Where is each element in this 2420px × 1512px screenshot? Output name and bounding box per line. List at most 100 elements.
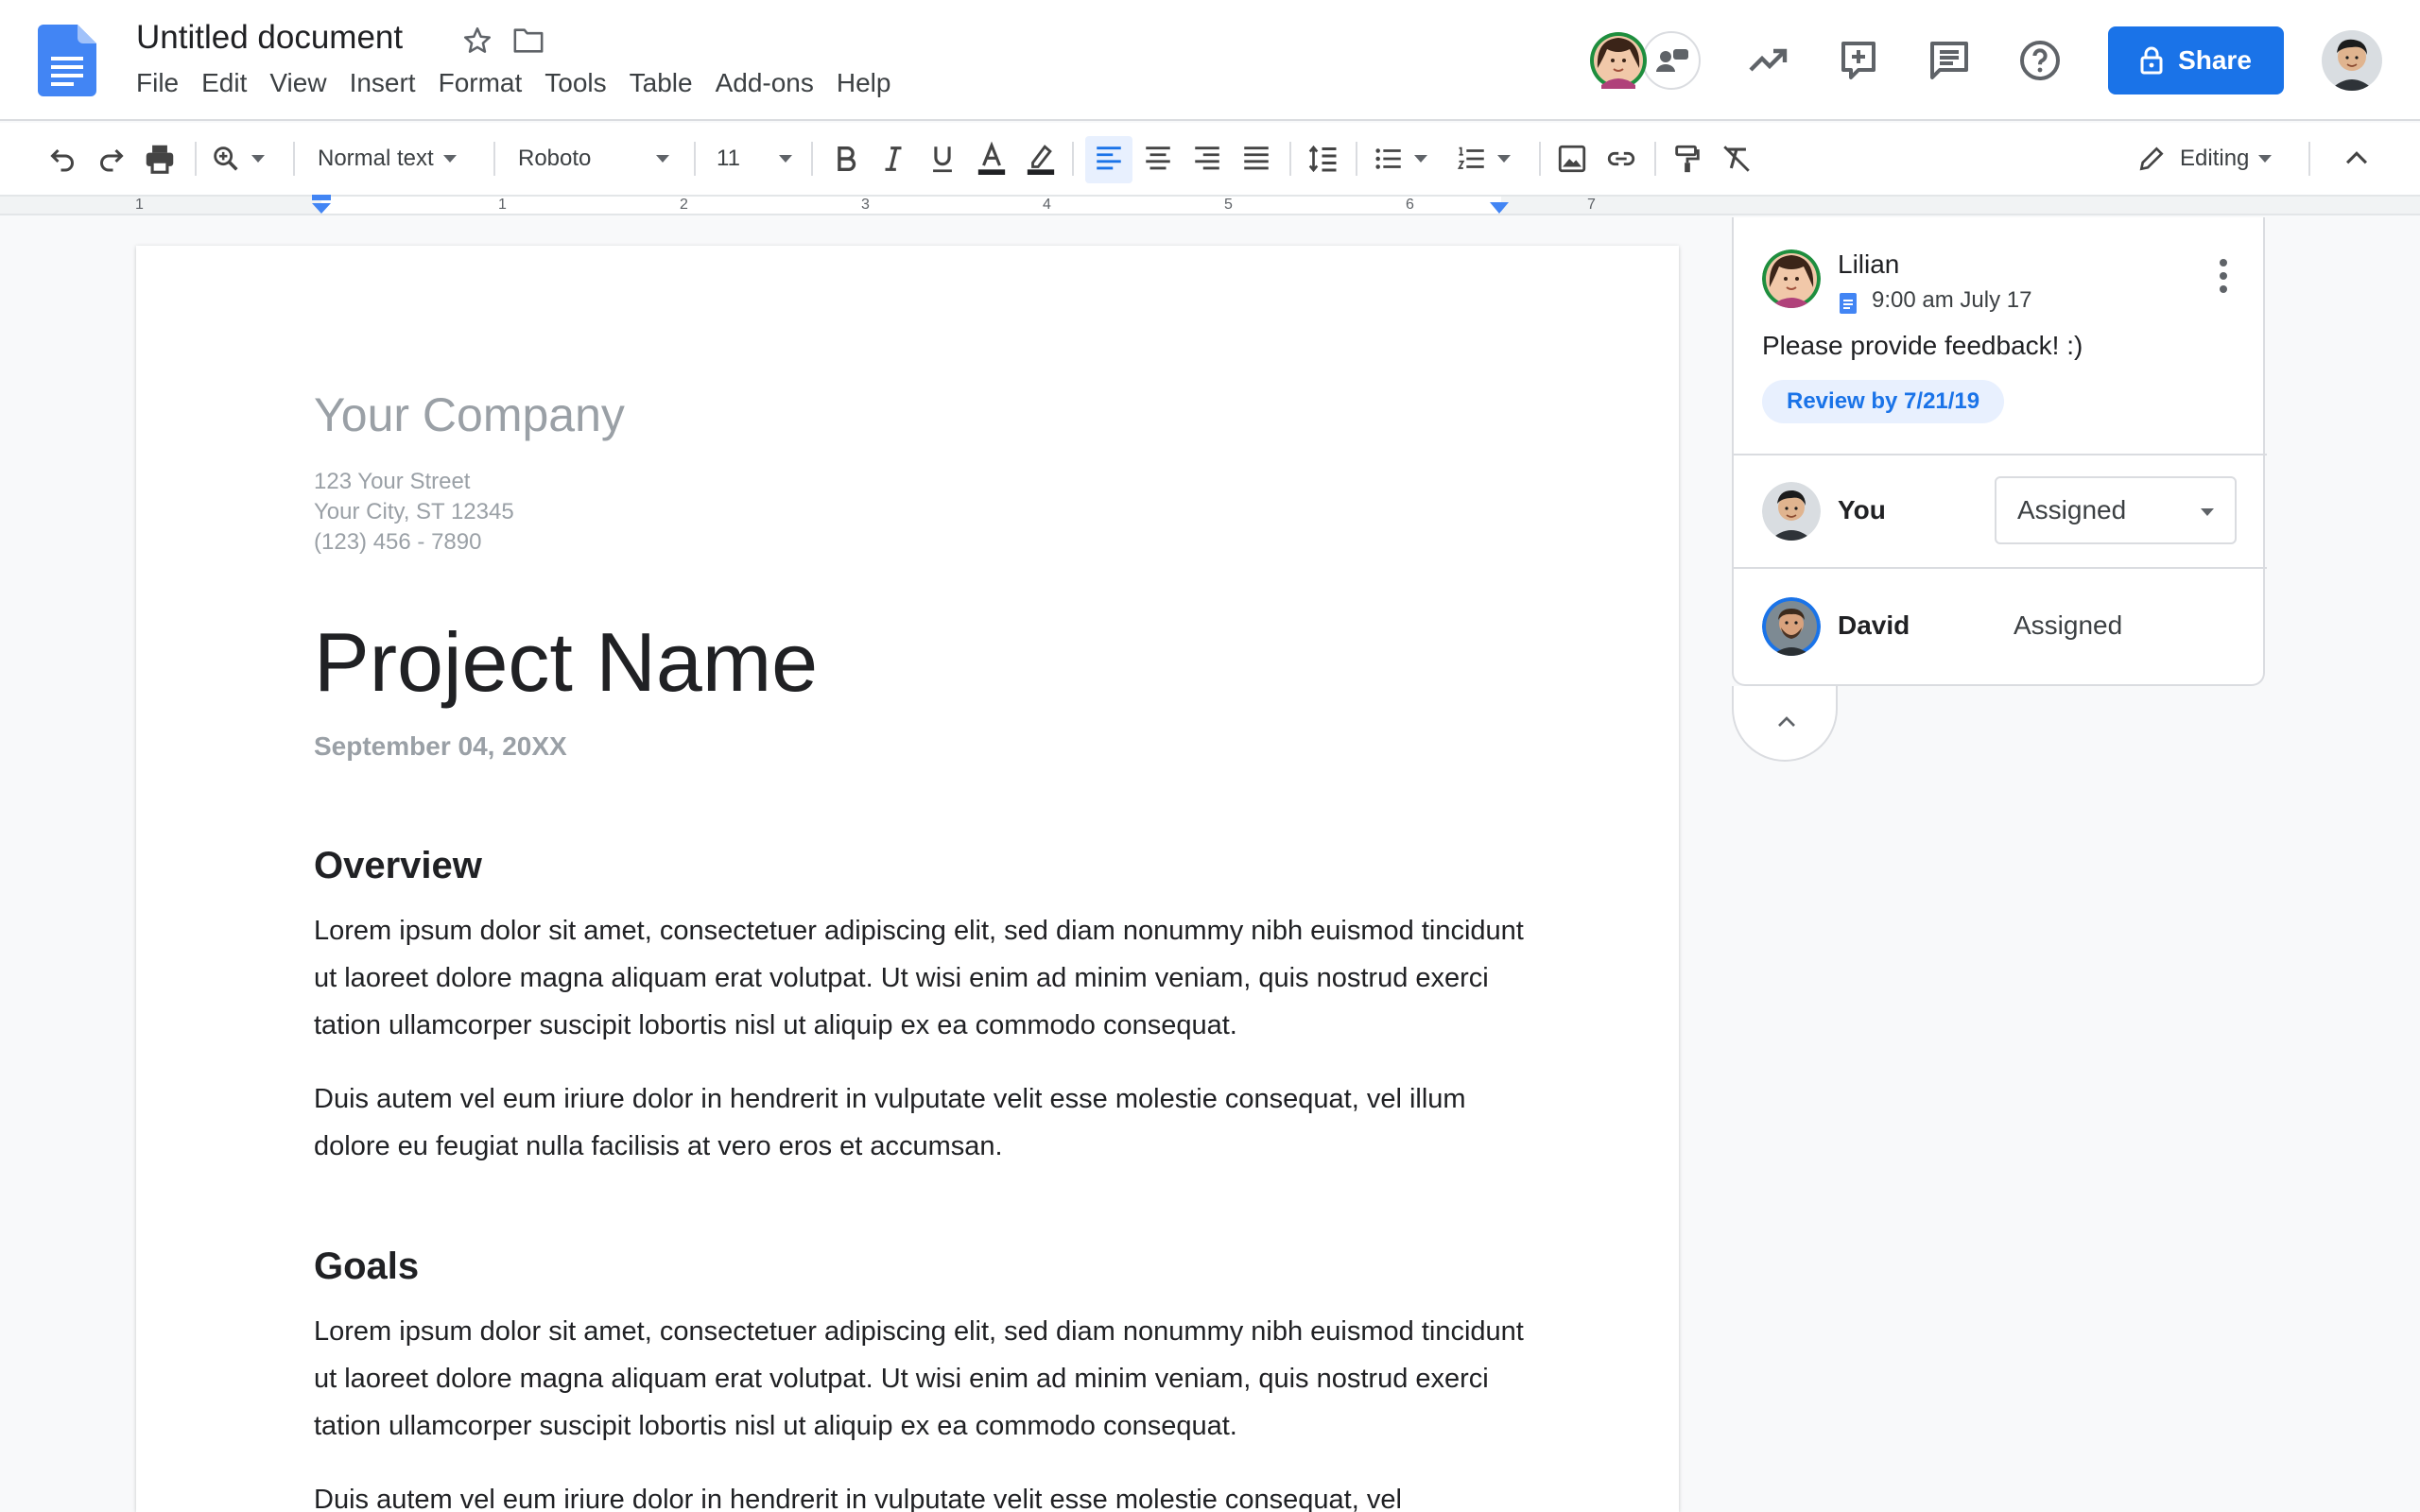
address-line: (123) 456 - 7890 xyxy=(314,529,482,555)
clear-formatting-icon xyxy=(1723,146,1750,172)
clear-formatting-button[interactable] xyxy=(1720,140,1753,178)
overview-paragraph: Duis autem vel eum iriure dolor in hendr… xyxy=(314,1084,1466,1161)
google-docs-logo-icon[interactable] xyxy=(38,25,96,96)
chevron-down-icon xyxy=(779,155,792,163)
comment-card[interactable]: Lilian 9:00 am July 17 Please provide fe… xyxy=(1732,217,2267,686)
link-icon xyxy=(1607,151,1635,166)
redo-button[interactable] xyxy=(95,140,129,178)
toolbar-divider xyxy=(293,142,295,176)
activity-trend-icon[interactable] xyxy=(1745,38,1790,83)
collapse-comment-button[interactable] xyxy=(1732,686,1838,762)
ruler-number: 3 xyxy=(861,197,870,213)
star-icon[interactable] xyxy=(461,25,493,57)
insert-image-button[interactable] xyxy=(1556,140,1588,178)
share-button[interactable]: Share xyxy=(2108,26,2284,94)
chevron-down-icon xyxy=(1497,155,1511,163)
overview-paragraph: Lorem ipsum dolor sit amet, consectetuer… xyxy=(314,916,1524,1040)
project-date: September 04, 20XX xyxy=(314,731,567,761)
bold-button[interactable] xyxy=(830,140,862,178)
collaborators-avatars[interactable] xyxy=(1588,30,1702,91)
address-line: 123 Your Street xyxy=(314,469,471,494)
underline-button[interactable] xyxy=(926,140,959,178)
align-justify-button[interactable] xyxy=(1240,140,1272,178)
lock-icon xyxy=(2140,46,2163,75)
editing-mode-dropdown[interactable]: Editing xyxy=(2136,140,2273,178)
document-page[interactable]: Your Company 123 Your Street Your City, … xyxy=(136,246,1679,1512)
insert-link-button[interactable] xyxy=(1605,140,1637,178)
toolbar-divider xyxy=(1289,142,1291,176)
align-left-button[interactable] xyxy=(1093,140,1125,178)
company-name: Your Company xyxy=(314,388,625,441)
chevron-up-icon xyxy=(1778,716,1795,727)
address-line: Your City, ST 12345 xyxy=(314,499,514,524)
italic-icon xyxy=(885,146,902,171)
overview-heading: Overview xyxy=(314,845,482,886)
align-center-button[interactable] xyxy=(1142,140,1174,178)
menu-tools[interactable]: Tools xyxy=(544,68,617,98)
menu-add-ons[interactable]: Add-ons xyxy=(716,68,825,98)
menu-table[interactable]: Table xyxy=(630,68,704,98)
hide-menus-button[interactable] xyxy=(2341,140,2373,178)
toolbar-divider xyxy=(2308,142,2310,176)
ruler-number: 4 xyxy=(1043,197,1051,213)
menu-format[interactable]: Format xyxy=(439,68,534,98)
lilian-avatar xyxy=(1762,249,1821,308)
italic-button[interactable] xyxy=(877,140,909,178)
add-comment-icon[interactable] xyxy=(1836,38,1881,83)
menu-view[interactable]: View xyxy=(269,68,337,98)
left-indent-marker-icon[interactable] xyxy=(310,195,333,215)
menu-edit[interactable]: Edit xyxy=(201,68,258,98)
bold-icon xyxy=(838,146,856,172)
paragraph-style-value: Normal text xyxy=(318,146,434,171)
undo-button[interactable] xyxy=(45,140,79,178)
toolbar-divider xyxy=(694,142,696,176)
toolbar-divider xyxy=(1654,142,1656,176)
font-size-dropdown[interactable]: 11 xyxy=(717,140,792,178)
paint-format-button[interactable] xyxy=(1671,140,1703,178)
toolbar-divider xyxy=(1356,142,1357,176)
highlight-pen-icon xyxy=(1027,145,1055,175)
align-right-button[interactable] xyxy=(1191,140,1223,178)
review-due-chip[interactable]: Review by 7/21/19 xyxy=(1762,380,2005,423)
ruler-number: 5 xyxy=(1224,197,1233,213)
menu-help[interactable]: Help xyxy=(837,68,903,98)
right-indent-marker-icon[interactable] xyxy=(1488,200,1511,215)
divider xyxy=(1734,567,2267,569)
assignment-status-dropdown[interactable]: Assigned xyxy=(1995,476,2237,544)
document-title[interactable]: Untitled document xyxy=(136,19,403,57)
help-icon[interactable] xyxy=(2017,38,2063,83)
pencil-icon xyxy=(2139,146,2164,171)
goals-paragraph: Lorem ipsum dolor sit amet, consectetuer… xyxy=(314,1316,1524,1441)
ruler-number: 2 xyxy=(680,197,688,213)
menu-file[interactable]: File xyxy=(136,68,190,98)
toolbar-divider xyxy=(811,142,813,176)
comments-icon[interactable] xyxy=(1927,38,1972,83)
zoom-dropdown[interactable] xyxy=(210,140,265,178)
project-title: Project Name xyxy=(314,615,819,709)
comment-author: Lilian xyxy=(1838,249,1900,279)
more-options-icon[interactable] xyxy=(2218,257,2229,295)
menu-insert[interactable]: Insert xyxy=(350,68,427,98)
align-right-icon xyxy=(1195,146,1219,170)
comment-text: Please provide feedback! :) xyxy=(1762,331,2083,360)
assignment-status-value: Assigned xyxy=(2017,495,2127,524)
print-button[interactable] xyxy=(142,140,178,178)
zoom-icon xyxy=(214,146,238,171)
folder-icon[interactable] xyxy=(512,26,544,55)
font-size-value: 11 xyxy=(717,146,740,171)
font-family-dropdown[interactable]: Roboto xyxy=(518,140,673,178)
goals-heading: Goals xyxy=(314,1246,420,1287)
divider xyxy=(1734,454,2267,455)
font-family-value: Roboto xyxy=(518,146,592,171)
assignee-name: David xyxy=(1838,610,1910,640)
paint-roller-icon xyxy=(1675,145,1700,173)
numbered-list-dropdown[interactable] xyxy=(1456,140,1511,178)
bulleted-list-dropdown[interactable] xyxy=(1373,140,1427,178)
account-avatar[interactable] xyxy=(2322,30,2382,91)
paragraph-style-dropdown[interactable]: Normal text xyxy=(318,140,457,178)
line-spacing-button[interactable] xyxy=(1306,140,1340,178)
horizontal-ruler[interactable]: 1 1 2 3 4 5 6 7 xyxy=(0,195,2420,215)
highlight-color-button[interactable] xyxy=(1025,140,1057,178)
text-color-button[interactable] xyxy=(976,140,1008,178)
chevron-down-icon xyxy=(2201,508,2214,516)
